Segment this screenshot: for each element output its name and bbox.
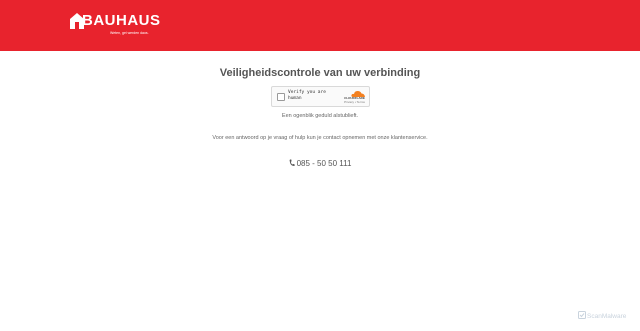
captcha-label: Verify you are human xyxy=(288,90,326,101)
bauhaus-logo[interactable]: BAUHAUS Weten, gei werden daos. xyxy=(70,12,160,36)
phone-number[interactable]: 085 - 50 50 111 xyxy=(297,159,352,168)
watermark-text: ScanMalware xyxy=(587,313,627,320)
watermark: ScanMalware xyxy=(578,311,634,321)
scanmalware-icon xyxy=(578,311,586,319)
captcha-widget: Verify you are human CLOUDFLARE Privacy … xyxy=(271,86,370,107)
phone-icon xyxy=(289,159,295,167)
site-header: BAUHAUS Weten, gei werden daos. xyxy=(0,0,640,51)
phone-line: 085 - 50 50 111 xyxy=(0,158,640,169)
wait-message: Een ogenblik geduld alstublieft. xyxy=(281,113,359,119)
brand-tagline: Weten, gei werden daos. xyxy=(110,31,149,35)
captcha-checkbox[interactable] xyxy=(277,93,285,101)
contact-message: Voor een antwoord op je vraag of hulp ku… xyxy=(212,135,428,141)
brand-name: BAUHAUS xyxy=(82,12,161,29)
cloudflare-links[interactable]: Privacy • Terms xyxy=(341,100,368,105)
page-title: Veiligheidscontrole van uw verbinding xyxy=(219,67,421,79)
